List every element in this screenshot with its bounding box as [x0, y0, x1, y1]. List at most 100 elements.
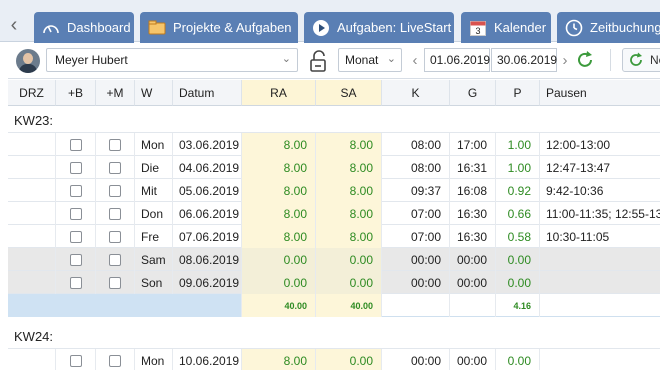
kommen-cell: 00:00	[382, 349, 450, 370]
table-row[interactable]: Don 06.06.2019 8.00 8.00 07:00 16:30 0.66 11:00…	[8, 202, 660, 225]
ra-cell: 8.00	[242, 133, 316, 156]
kommen-cell: 00:00	[382, 248, 450, 271]
column-header-sa[interactable]: SA	[316, 80, 382, 106]
weekday-cell: Fre	[135, 225, 173, 248]
plus-m-checkbox[interactable]	[109, 161, 121, 174]
kommen-cell: 07:00	[382, 202, 450, 225]
plus-m-checkbox-cell	[96, 248, 135, 271]
pausen-cell	[540, 271, 660, 294]
new-button[interactable]: Neu	[622, 48, 660, 72]
plus-b-checkbox-cell	[56, 225, 96, 248]
chevron-left-icon: ‹	[412, 51, 418, 69]
plus-b-checkbox[interactable]	[69, 184, 82, 197]
plus-b-checkbox[interactable]	[69, 354, 82, 367]
gehen-cell: 16:30	[450, 225, 496, 248]
period-select[interactable]: Monat ⌄	[338, 48, 402, 72]
plus-b-checkbox-cell	[56, 202, 96, 225]
gehen-cell: 16:08	[450, 179, 496, 202]
ra-cell: 8.00	[242, 349, 316, 370]
date-cell: 08.06.2019	[173, 248, 242, 271]
column-header-g[interactable]: G	[450, 80, 496, 106]
table-row[interactable]: Mon 10.06.2019 8.00 0.00 00:00 00:00 0.00	[8, 349, 660, 370]
plus-b-checkbox[interactable]	[69, 230, 82, 243]
tab-label: Kalender	[494, 20, 547, 35]
plus-m-checkbox[interactable]	[109, 230, 121, 243]
table-row[interactable]: Fre 07.06.2019 8.00 8.00 07:00 16:30 0.58 10:30…	[8, 225, 660, 248]
tab-kalender[interactable]: 3 Kalender	[461, 12, 551, 43]
week-group-label[interactable]: KW23:	[8, 107, 660, 133]
tab-projekte[interactable]: Projekte & Aufgaben	[140, 12, 298, 43]
column-header-datum[interactable]: Datum	[173, 80, 242, 106]
week-group-label[interactable]: KW24:	[8, 323, 660, 349]
user-select[interactable]: Meyer Hubert ⌄	[46, 48, 298, 72]
drz-cell	[8, 271, 56, 294]
tab-label: Projekte & Aufgaben	[173, 20, 292, 35]
tab-label: Aufgaben: LiveStart	[337, 20, 452, 35]
table-row[interactable]: Son 09.06.2019 0.00 0.00 00:00 00:00 0.00	[8, 271, 660, 294]
plus-m-checkbox[interactable]	[109, 354, 121, 367]
plus-b-checkbox[interactable]	[69, 253, 82, 266]
unlock-icon[interactable]	[308, 49, 330, 73]
weekday-cell: Sam	[135, 248, 173, 271]
tab-label: Dashboard	[67, 20, 131, 35]
chevron-down-icon: ⌄	[386, 53, 396, 65]
date-to-field[interactable]: 30.06.2019	[491, 48, 557, 72]
kommen-cell: 00:00	[382, 271, 450, 294]
refresh-icon[interactable]	[574, 49, 596, 71]
plus-m-checkbox[interactable]	[109, 253, 121, 266]
pause-hours-cell: 0.58	[496, 225, 540, 248]
column-header-k[interactable]: K	[382, 80, 450, 106]
column-header-b[interactable]: +B	[56, 80, 96, 106]
plus-b-checkbox-cell	[56, 156, 96, 179]
plus-m-checkbox[interactable]	[109, 184, 121, 197]
plus-b-checkbox-cell	[56, 349, 96, 370]
column-header-w[interactable]: W	[135, 80, 173, 106]
plus-b-checkbox[interactable]	[69, 207, 82, 220]
date-cell: 09.06.2019	[173, 271, 242, 294]
pausen-cell	[540, 248, 660, 271]
weekday-cell: Son	[135, 271, 173, 294]
plus-b-checkbox-cell	[56, 133, 96, 156]
tab-dashboard[interactable]: Dashboard	[34, 12, 134, 43]
table-row[interactable]: Sam 08.06.2019 0.00 0.00 00:00 00:00 0.00	[8, 248, 660, 271]
next-period-button[interactable]: ›	[558, 48, 572, 72]
pausen-cell: 12:00-13:00	[546, 137, 611, 152]
plus-m-checkbox[interactable]	[109, 207, 121, 220]
tab-zeitbuchungen[interactable]: Zeitbuchungs	[557, 12, 660, 43]
column-header-m[interactable]: +M	[96, 80, 135, 106]
gehen-cell: 17:00	[450, 133, 496, 156]
gehen-cell: 16:30	[450, 202, 496, 225]
sa-cell: 0.00	[316, 349, 382, 370]
tab-livestart[interactable]: Aufgaben: LiveStart	[304, 12, 454, 43]
column-header-drz[interactable]: DRZ	[8, 80, 56, 106]
column-header-pausen[interactable]: Pausen	[540, 80, 660, 106]
plus-b-checkbox[interactable]	[69, 138, 82, 151]
plus-b-checkbox-cell	[56, 179, 96, 202]
summary-spacer	[8, 294, 242, 317]
sum-p-cell: 4.16	[496, 294, 540, 317]
sum-k-cell	[382, 294, 450, 317]
column-header-ra[interactable]: RA	[242, 80, 316, 106]
plus-m-checkbox[interactable]	[109, 276, 121, 289]
plus-m-checkbox-cell	[96, 225, 135, 248]
ra-cell: 8.00	[242, 156, 316, 179]
table-row[interactable]: Mon 03.06.2019 8.00 8.00 08:00 17:00 1.00 12:00…	[8, 133, 660, 156]
refresh-plus-icon	[627, 51, 645, 69]
column-header-p[interactable]: P	[496, 80, 540, 106]
previous-period-button[interactable]: ‹	[408, 48, 422, 72]
back-button[interactable]: ‹	[0, 8, 28, 42]
date-from-field[interactable]: 01.06.2019	[424, 48, 490, 72]
drz-cell	[8, 202, 56, 225]
gehen-cell: 00:00	[450, 248, 496, 271]
date-cell: 04.06.2019	[173, 156, 242, 179]
clock-icon	[565, 19, 583, 37]
gehen-cell: 00:00	[450, 271, 496, 294]
plus-b-checkbox[interactable]	[69, 161, 82, 174]
plus-m-checkbox[interactable]	[109, 138, 121, 151]
table-row[interactable]: Mit 05.06.2019 8.00 8.00 09:37 16:08 0.92 9:42-…	[8, 179, 660, 202]
user-select-value: Meyer Hubert	[55, 53, 128, 67]
chevron-right-icon: ›	[562, 51, 568, 69]
table-row[interactable]: Die 04.06.2019 8.00 8.00 08:00 16:31 1.00 12:47…	[8, 156, 660, 179]
date-cell: 05.06.2019	[173, 179, 242, 202]
plus-b-checkbox[interactable]	[69, 276, 82, 289]
